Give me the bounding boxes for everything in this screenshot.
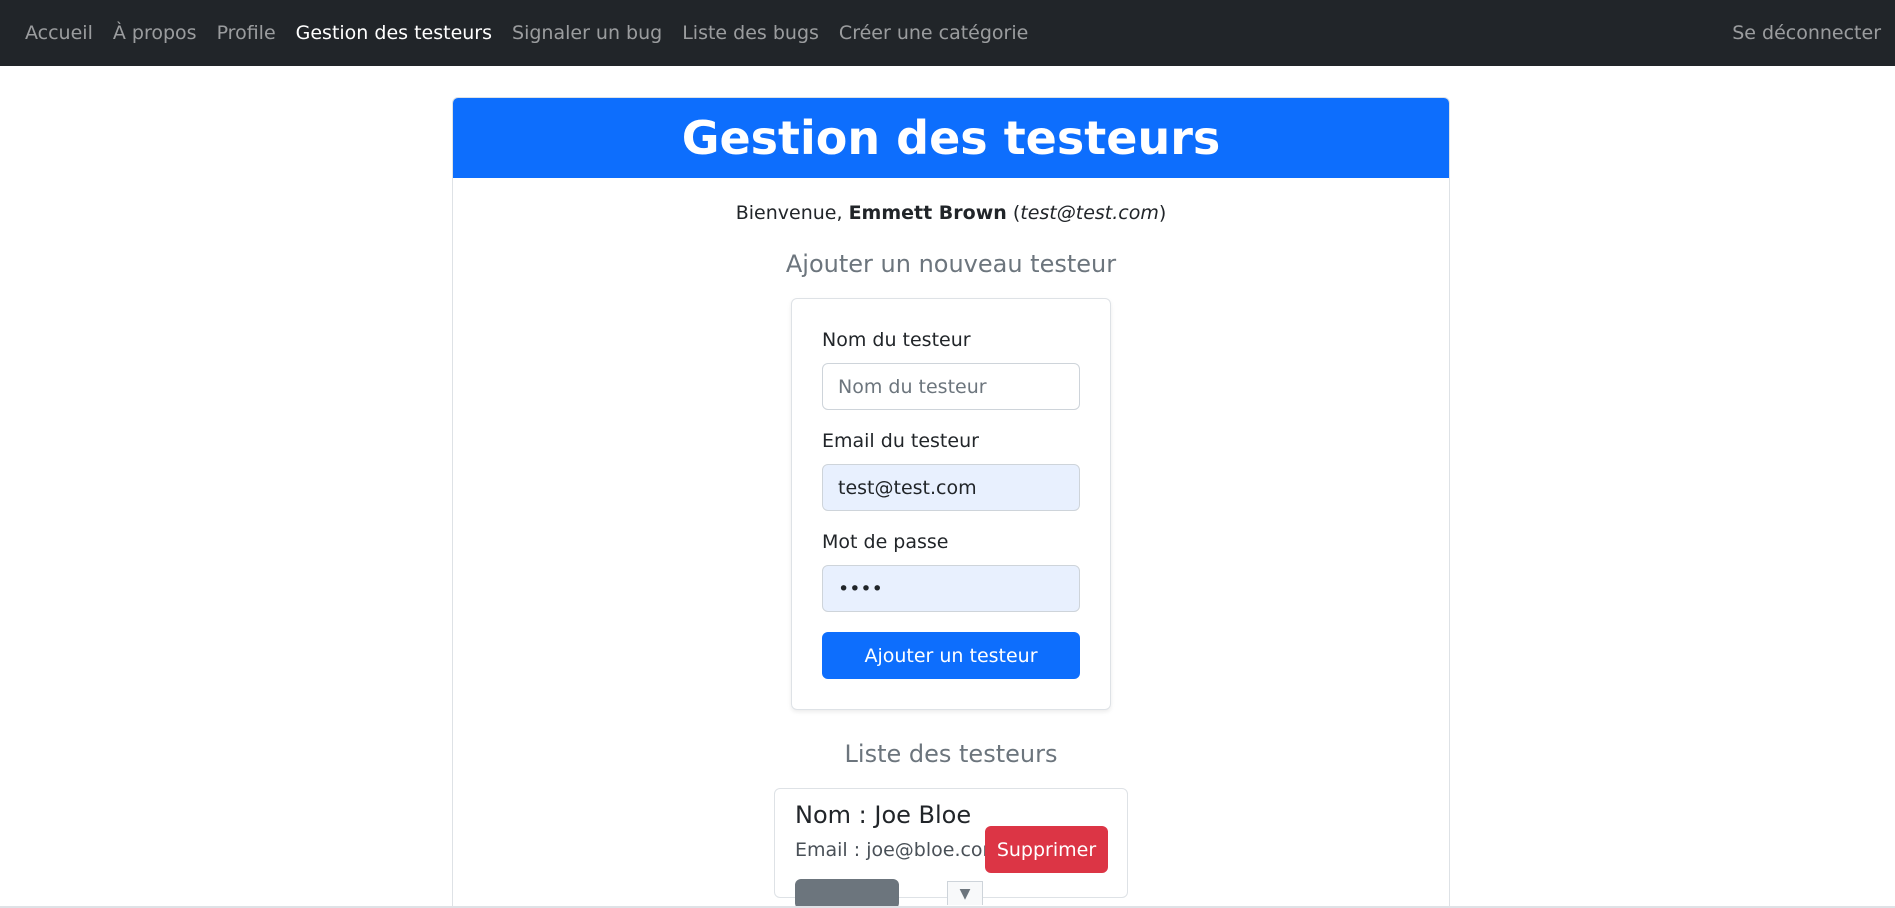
logout-link[interactable]: Se déconnecter <box>1732 22 1881 44</box>
page-title: Gestion des testeurs <box>681 111 1221 165</box>
nav-item-liste-bugs[interactable]: Liste des bugs <box>682 22 819 44</box>
card-header: Gestion des testeurs <box>453 98 1449 178</box>
delete-tester-button[interactable]: Supprimer <box>985 826 1108 873</box>
nav-item-signaler-bug[interactable]: Signaler un bug <box>512 22 662 44</box>
tester-email: Email : joe@bloe.com <box>795 839 985 861</box>
tester-name-input[interactable] <box>822 363 1080 410</box>
welcome-user-name: Emmett Brown <box>848 202 1007 224</box>
tester-card: Nom : Joe Bloe Email : joe@bloe.com Supp… <box>774 788 1128 908</box>
welcome-open-paren: ( <box>1006 202 1021 224</box>
nav-item-gestion-testeurs[interactable]: Gestion des testeurs <box>296 22 492 44</box>
add-tester-form: Nom du testeur Email du testeur Mot de p… <box>791 298 1111 710</box>
chevron-down-icon[interactable]: ▼ <box>947 881 983 905</box>
main-card: Gestion des testeurs Bienvenue, Emmett B… <box>452 97 1450 908</box>
nav-item-profile[interactable]: Profile <box>217 22 276 44</box>
welcome-user-email: test@test.com <box>1020 202 1159 224</box>
password-input[interactable] <box>822 565 1080 612</box>
welcome-prefix: Bienvenue, <box>735 202 849 224</box>
nav-links: Accueil À propos Profile Gestion des tes… <box>25 22 1048 44</box>
tester-email-label: Email du testeur <box>822 430 979 452</box>
add-tester-button[interactable]: Ajouter un testeur <box>822 632 1080 679</box>
nav-item-a-propos[interactable]: À propos <box>113 22 197 44</box>
welcome-close-paren: ) <box>1158 202 1167 224</box>
welcome-message: Bienvenue, Emmett Brown (test@test.com) <box>453 202 1449 224</box>
tester-list-heading: Liste des testeurs <box>844 740 1058 768</box>
password-label: Mot de passe <box>822 531 949 553</box>
tester-name-label: Nom du testeur <box>822 329 971 351</box>
add-tester-heading: Ajouter un nouveau testeur <box>785 250 1117 278</box>
nav-item-creer-categorie[interactable]: Créer une catégorie <box>839 22 1028 44</box>
top-navbar: Accueil À propos Profile Gestion des tes… <box>0 0 1895 66</box>
tester-name: Nom : Joe Bloe <box>795 801 972 829</box>
nav-item-accueil[interactable]: Accueil <box>25 22 93 44</box>
tester-email-input[interactable] <box>822 464 1080 511</box>
edit-tester-button[interactable] <box>795 879 899 908</box>
